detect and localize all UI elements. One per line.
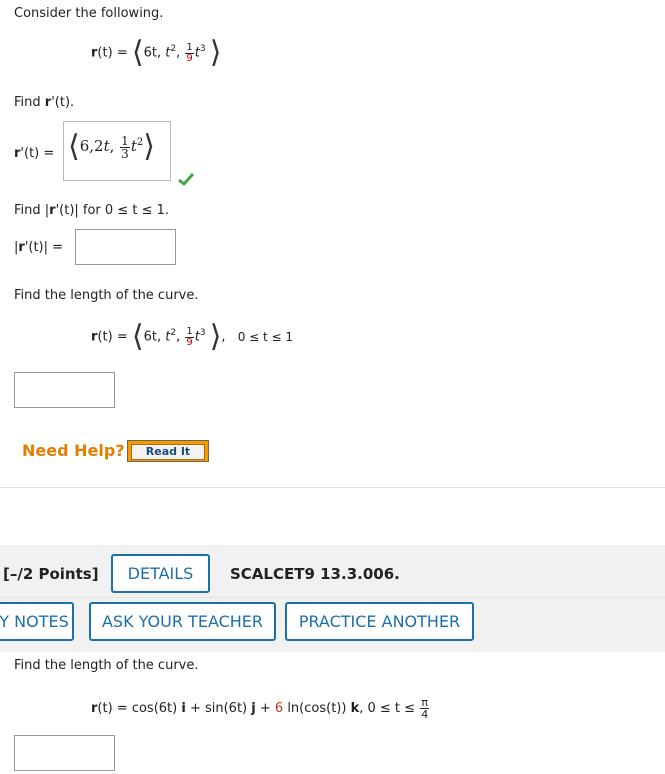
fraction-num-2: 1 <box>185 325 194 338</box>
problem-2-prompt: Find the length of the curve. <box>14 658 199 673</box>
component-3-exp-2: 3 <box>199 328 206 339</box>
answer-left-bracket: ⟨ <box>68 129 80 164</box>
left-angle-bracket-2: ⟨ <box>131 319 144 354</box>
component-1-2: 6t, <box>143 329 162 345</box>
q1-prefix: Find <box>14 95 41 110</box>
r-arg: (t) <box>97 45 113 61</box>
p2-term-3: ln(cos(t)) <box>283 701 347 716</box>
details-button[interactable]: DETAILS <box>111 554 210 593</box>
answer-fraction-num: 1 <box>120 133 130 148</box>
q1-answer-box[interactable]: ⟨6,2t, 1 3 t2⟩ <box>63 121 171 181</box>
problem-2-formula: r(t) = cos(6t) i + sin(6t) j + 6 ln(cos(… <box>91 697 430 720</box>
q2-label: |r'(t)| = <box>14 240 63 255</box>
q2-label-rest: '(t)| = <box>24 240 64 255</box>
fraction-1-9-2: 19 <box>185 325 194 348</box>
left-angle-bracket: ⟨ <box>131 35 144 70</box>
answer-right-bracket: ⟩ <box>143 129 155 164</box>
notes-button[interactable]: Y NOTES <box>0 602 74 641</box>
practice-another-button[interactable]: PRACTICE ANOTHER <box>285 602 474 641</box>
p2-range: , 0 ≤ t ≤ <box>359 701 416 716</box>
header-divider <box>0 597 665 598</box>
component-3-exp: 3 <box>199 44 206 55</box>
q1-label: r'(t) = <box>14 146 54 161</box>
fraction-den-2: 9 <box>186 336 193 348</box>
p2-arg: (t) <box>97 701 113 716</box>
fraction-num: 1 <box>185 41 194 54</box>
q1-label-rest: '(t) = <box>20 146 55 161</box>
points-label: [–/2 Points] <box>3 565 99 583</box>
q2-answer-input[interactable] <box>75 229 176 265</box>
q3-answer-input[interactable] <box>14 372 115 408</box>
answer-fraction-den: 3 <box>121 146 129 161</box>
fraction-1-9: 19 <box>185 41 194 64</box>
read-it-button[interactable]: Read It <box>127 440 209 462</box>
vector-formula-2: r(t) = ⟨6t, t2, 1 9 t3 ⟩, 0 ≤ t ≤ 1 <box>91 319 294 354</box>
pi-den: 4 <box>421 708 429 721</box>
p2-term-2: + sin(6t) <box>185 701 248 716</box>
pi-over-4: π4 <box>420 697 430 721</box>
p2-six: 6 <box>274 701 284 716</box>
vector-formula-1: r(t) = ⟨6t, t2, 1 9 t3 ⟩ <box>91 35 222 70</box>
equals-sign: = <box>116 45 128 61</box>
need-help-label: Need Help? <box>22 441 125 460</box>
component-2-exp-2: 2 <box>170 328 177 339</box>
q2-prefix: Find | <box>14 203 50 218</box>
p2-k: k <box>350 701 360 716</box>
q2-prompt: Find |r'(t)| for 0 ≤ t ≤ 1. <box>14 203 169 218</box>
q3-prompt: Find the length of the curve. <box>14 288 199 303</box>
answer-fraction: 13 <box>120 135 130 160</box>
p2-plus: + <box>255 701 275 716</box>
component-1: 6t, <box>143 45 162 61</box>
q1-answer: ⟨6,2t, 1 3 t2⟩ <box>68 132 155 162</box>
p2-term-1: = cos(6t) <box>112 701 178 716</box>
intro-text: Consider the following. <box>14 6 164 21</box>
answer-part-a: 6,2 <box>79 137 104 155</box>
r-arg-2: (t) <box>97 329 113 345</box>
q2-rest: '(t)| for 0 ≤ t ≤ 1. <box>55 203 169 218</box>
right-angle-bracket: ⟩ <box>209 35 222 70</box>
q1-arg: (t). <box>54 95 75 110</box>
component-2-exp: 2 <box>170 44 177 55</box>
fraction-den: 9 <box>186 52 193 64</box>
q3-range: 0 ≤ t ≤ 1 <box>237 329 294 344</box>
check-icon <box>178 172 195 190</box>
equals-sign-2: = <box>116 329 128 345</box>
problem-2-answer-input[interactable] <box>14 735 115 771</box>
answer-comma: , <box>109 137 115 155</box>
q1-prompt: Find r'(t). <box>14 95 74 110</box>
right-angle-bracket-2: ⟩ <box>209 319 222 354</box>
ask-teacher-button[interactable]: ASK YOUR TEACHER <box>89 602 276 641</box>
divider <box>0 487 665 488</box>
read-it-label: Read It <box>131 444 205 460</box>
problem-code: SCALCET9 13.3.006. <box>230 565 400 583</box>
